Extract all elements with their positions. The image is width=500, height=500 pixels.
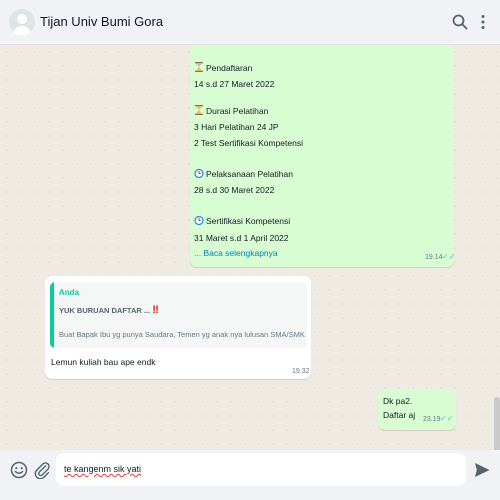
message-input[interactable]: te kangenm sik yati <box>56 453 466 486</box>
message-line: Daftar aj <box>383 410 416 420</box>
message-line: Pelaksanaan Pelatihan <box>194 168 293 179</box>
send-icon[interactable] <box>473 461 491 479</box>
message-line: 14 s.d 27 Maret 2022 <box>194 79 275 89</box>
message-line: 28 s.d 30 Maret 2022 <box>194 185 275 195</box>
outgoing-message[interactable]: Pendaftaran 14 s.d 27 Maret 2022 Durasi … <box>190 45 456 267</box>
attach-icon[interactable] <box>33 461 51 479</box>
chat-header: Tijan Univ Bumi Gora <box>0 0 500 45</box>
message-line: 3 Hari Pelatihan 24 JP <box>194 122 279 132</box>
message-line: Sertifikasi Kompetensi <box>194 215 290 226</box>
menu-icon[interactable] <box>474 13 492 31</box>
message-text: Lemun kuliah bau ape endk <box>51 357 156 367</box>
contact-name[interactable]: Tijan Univ Bumi Gora <box>40 14 163 29</box>
emoji-icon[interactable] <box>10 461 28 479</box>
message-time: 23.19 <box>423 416 441 423</box>
message-line: Pendaftaran <box>194 62 252 73</box>
hourglass-half-icon <box>195 105 203 115</box>
message-time: 19.32 <box>292 368 310 375</box>
search-icon[interactable] <box>451 13 469 31</box>
outgoing-message[interactable]: Dk pa2. Daftar aj 23.19 ✓✓ <box>378 390 456 430</box>
read-more-link[interactable]: ... Baca selengkapnya <box>194 248 278 258</box>
quote-title: YUK BURUAN DAFTAR ... ‼ <box>59 304 159 316</box>
alarm-clock-icon <box>194 215 204 225</box>
read-ticks-icon: ✓✓ <box>442 252 456 261</box>
composer: te kangenm sik yati <box>0 450 500 500</box>
message-line: 31 Maret s.d 1 April 2022 <box>194 233 289 243</box>
quote-text: Buat Bapak Ibu yg punya Saudara, Temen y… <box>59 330 307 339</box>
hourglass-icon <box>195 62 203 72</box>
read-ticks-icon: ✓✓ <box>440 414 454 423</box>
message-line: Dk pa2. <box>383 396 413 406</box>
quoted-message[interactable]: Anda YUK BURUAN DAFTAR ... ‼ Buat Bapak … <box>50 282 307 348</box>
message-time: 19.14 <box>425 254 443 261</box>
avatar[interactable] <box>9 9 35 35</box>
quote-sender: Anda <box>59 288 79 297</box>
message-line: 2 Test Sertifikasi Kompetensi <box>194 138 303 148</box>
alarm-clock-icon <box>194 168 204 178</box>
double-exclamation-icon: ‼ <box>152 304 159 316</box>
message-line: Durasi Pelatihan <box>194 105 268 116</box>
message-input-value: te kangenm sik yati <box>64 464 142 474</box>
message-list[interactable]: Pendaftaran 14 s.d 27 Maret 2022 Durasi … <box>0 45 500 493</box>
incoming-message[interactable]: Anda YUK BURUAN DAFTAR ... ‼ Buat Bapak … <box>45 276 311 379</box>
